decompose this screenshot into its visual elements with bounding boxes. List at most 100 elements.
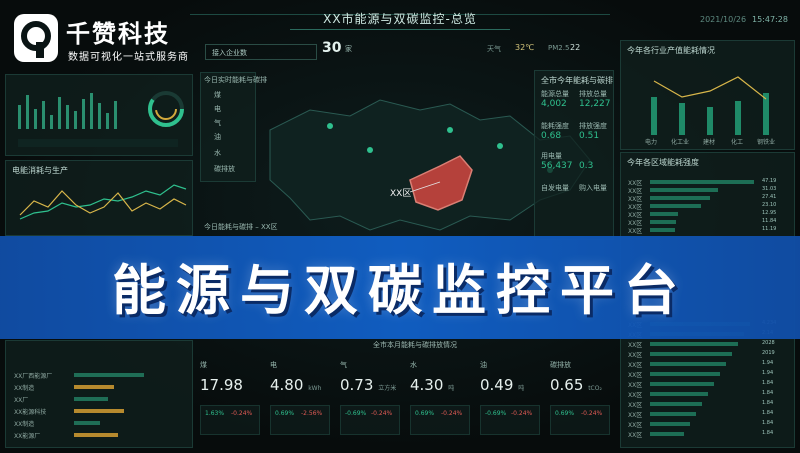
city-stat-label: 能耗强度 bbox=[541, 122, 569, 130]
industry-panel: 今年各行业产值能耗情况 电力 化工业 建材 化工 钢铁业 bbox=[620, 40, 795, 150]
district-value: 27.41 bbox=[762, 194, 777, 200]
district-row-label: XX区 bbox=[628, 382, 643, 389]
rank-bar bbox=[74, 373, 144, 377]
city-yearly-title: 全市今年能耗与碳排 bbox=[541, 76, 613, 85]
industry-category: 电力 bbox=[645, 139, 658, 146]
metric-unit: tCO₂ bbox=[588, 385, 602, 392]
industry-bar bbox=[651, 97, 657, 135]
industry-bar bbox=[763, 93, 769, 135]
district-value: 1.84 bbox=[762, 430, 774, 436]
district-value: 1.94 bbox=[762, 370, 774, 376]
metric-unit: 吨 bbox=[518, 385, 525, 392]
district-bar bbox=[650, 212, 679, 216]
district-bar bbox=[650, 412, 696, 416]
header-time: 15:47:28 bbox=[752, 15, 788, 24]
metric-value: 0.49 吨 bbox=[480, 376, 525, 394]
industry-category: 钢铁业 bbox=[757, 139, 776, 146]
district-row-label: XX区 bbox=[628, 372, 643, 379]
district-value: 1.84 bbox=[762, 410, 774, 416]
rank-row: XX能源厂 bbox=[14, 433, 41, 440]
district-value: 1.94 bbox=[762, 360, 774, 366]
temperature-value: 32℃ bbox=[515, 43, 535, 52]
city-stat-value: 0.68 bbox=[541, 131, 562, 141]
industry-bar bbox=[735, 101, 741, 135]
city-stat-label: 用电量 bbox=[541, 152, 562, 160]
district-value: 47.19 bbox=[762, 178, 777, 184]
city-stat-label: 排放总量 bbox=[579, 90, 607, 98]
mini-bar-chart bbox=[18, 93, 117, 129]
ranking-panel: XX厂西能源厂 XX制造 XX厂 XX能源科技 XX制造 XX能源厂 bbox=[5, 340, 193, 448]
city-yearly-panel: 全市今年能耗与碳排 能源总量 4,002 排放总量 12,227 能耗强度 0.… bbox=[534, 70, 614, 240]
rank-row: XX制造 bbox=[14, 421, 35, 428]
metric-change-box: 0.69% -0.24% bbox=[410, 405, 470, 435]
metric-change-down: -2.56% bbox=[301, 410, 323, 417]
district-row-label: XX区 bbox=[628, 228, 643, 235]
banner-title: 能源与双碳监控平台 bbox=[112, 259, 688, 322]
header-date: 2021/10/26 bbox=[700, 15, 747, 24]
district-row-label: XX区 bbox=[628, 412, 643, 419]
district-bar bbox=[650, 204, 701, 208]
metric-label: 油 bbox=[480, 361, 487, 369]
metric-card: 碳排放 0.65 tCO₂ bbox=[550, 360, 602, 394]
realtime-item: 气 bbox=[214, 119, 221, 127]
district-row-label: XX区 bbox=[628, 392, 643, 399]
realtime-item: 水 bbox=[214, 149, 221, 157]
electricity-series-consumption bbox=[19, 184, 187, 220]
district-value: 2019 bbox=[762, 350, 775, 356]
metric-label: 碳排放 bbox=[550, 361, 571, 369]
metric-change-box: -0.69% -0.24% bbox=[340, 405, 400, 435]
rank-bar bbox=[74, 421, 100, 425]
industry-chart bbox=[651, 76, 769, 135]
realtime-item: 电 bbox=[214, 105, 221, 113]
district-row-label: XX区 bbox=[628, 362, 643, 369]
ring-gauge bbox=[148, 91, 184, 127]
rank-row: XX能源科技 bbox=[14, 409, 47, 416]
metric-value: 0.65 tCO₂ bbox=[550, 376, 602, 394]
district-bar bbox=[650, 372, 720, 376]
mini-legend bbox=[18, 139, 178, 147]
industry-bar bbox=[679, 103, 685, 135]
industry-bar bbox=[707, 107, 713, 135]
metric-label: 水 bbox=[410, 361, 417, 369]
city-stat-value: 4,002 bbox=[541, 99, 567, 109]
metric-change-box: 1.63% -0.24% bbox=[200, 405, 260, 435]
district-bar bbox=[650, 362, 726, 366]
district-bar bbox=[650, 342, 738, 346]
enterprise-label: 接入企业数 bbox=[205, 44, 317, 60]
metric-value: 0.73 立方米 bbox=[340, 376, 397, 394]
metric-change-up: 0.69% bbox=[275, 410, 295, 417]
metric-card: 煤 17.98 bbox=[200, 360, 243, 394]
industry-line bbox=[653, 76, 767, 100]
district-title: 今年各区域能耗强度 bbox=[627, 158, 699, 167]
page-title: XX市能源与双碳监控-总览 bbox=[290, 10, 510, 30]
pm-value: 22 bbox=[570, 43, 581, 52]
metric-change-box: 0.69% -2.56% bbox=[270, 405, 330, 435]
metric-change-up: -0.69% bbox=[345, 410, 367, 417]
metric-value: 4.80 kWh bbox=[270, 376, 322, 394]
rank-row: XX厂西能源厂 bbox=[14, 373, 53, 380]
metric-change-down: -0.24% bbox=[511, 410, 533, 417]
brand-name: 千赞科技 bbox=[66, 20, 170, 48]
metric-change-up: 0.69% bbox=[415, 410, 435, 417]
district-value: 11.19 bbox=[762, 226, 777, 232]
metric-change-down: -0.24% bbox=[231, 410, 253, 417]
metric-change-up: -0.69% bbox=[485, 410, 507, 417]
district-bar bbox=[650, 382, 714, 386]
district-bar bbox=[650, 402, 702, 406]
district-value: 31.03 bbox=[762, 186, 777, 192]
monthly-title: 全市本月能耗与碳排放情况 bbox=[373, 341, 457, 349]
district-value: 12.95 bbox=[762, 210, 777, 216]
metric-change-down: -0.24% bbox=[371, 410, 393, 417]
district-value: 23.10 bbox=[762, 202, 777, 208]
left-summary-panel bbox=[5, 74, 193, 156]
map-marker bbox=[367, 147, 373, 153]
city-stat-value: 0.3 bbox=[579, 161, 594, 171]
district-value: 2028 bbox=[762, 340, 775, 346]
city-mini-label: 自发电量 bbox=[541, 184, 569, 192]
rank-bar bbox=[74, 385, 114, 389]
realtime-item: 油 bbox=[214, 133, 221, 141]
metric-unit: 立方米 bbox=[378, 385, 397, 392]
brand-mark-icon bbox=[14, 14, 58, 62]
metric-change-box: 0.69% -0.24% bbox=[550, 405, 610, 435]
metric-card: 水 4.30 吨 bbox=[410, 360, 454, 394]
